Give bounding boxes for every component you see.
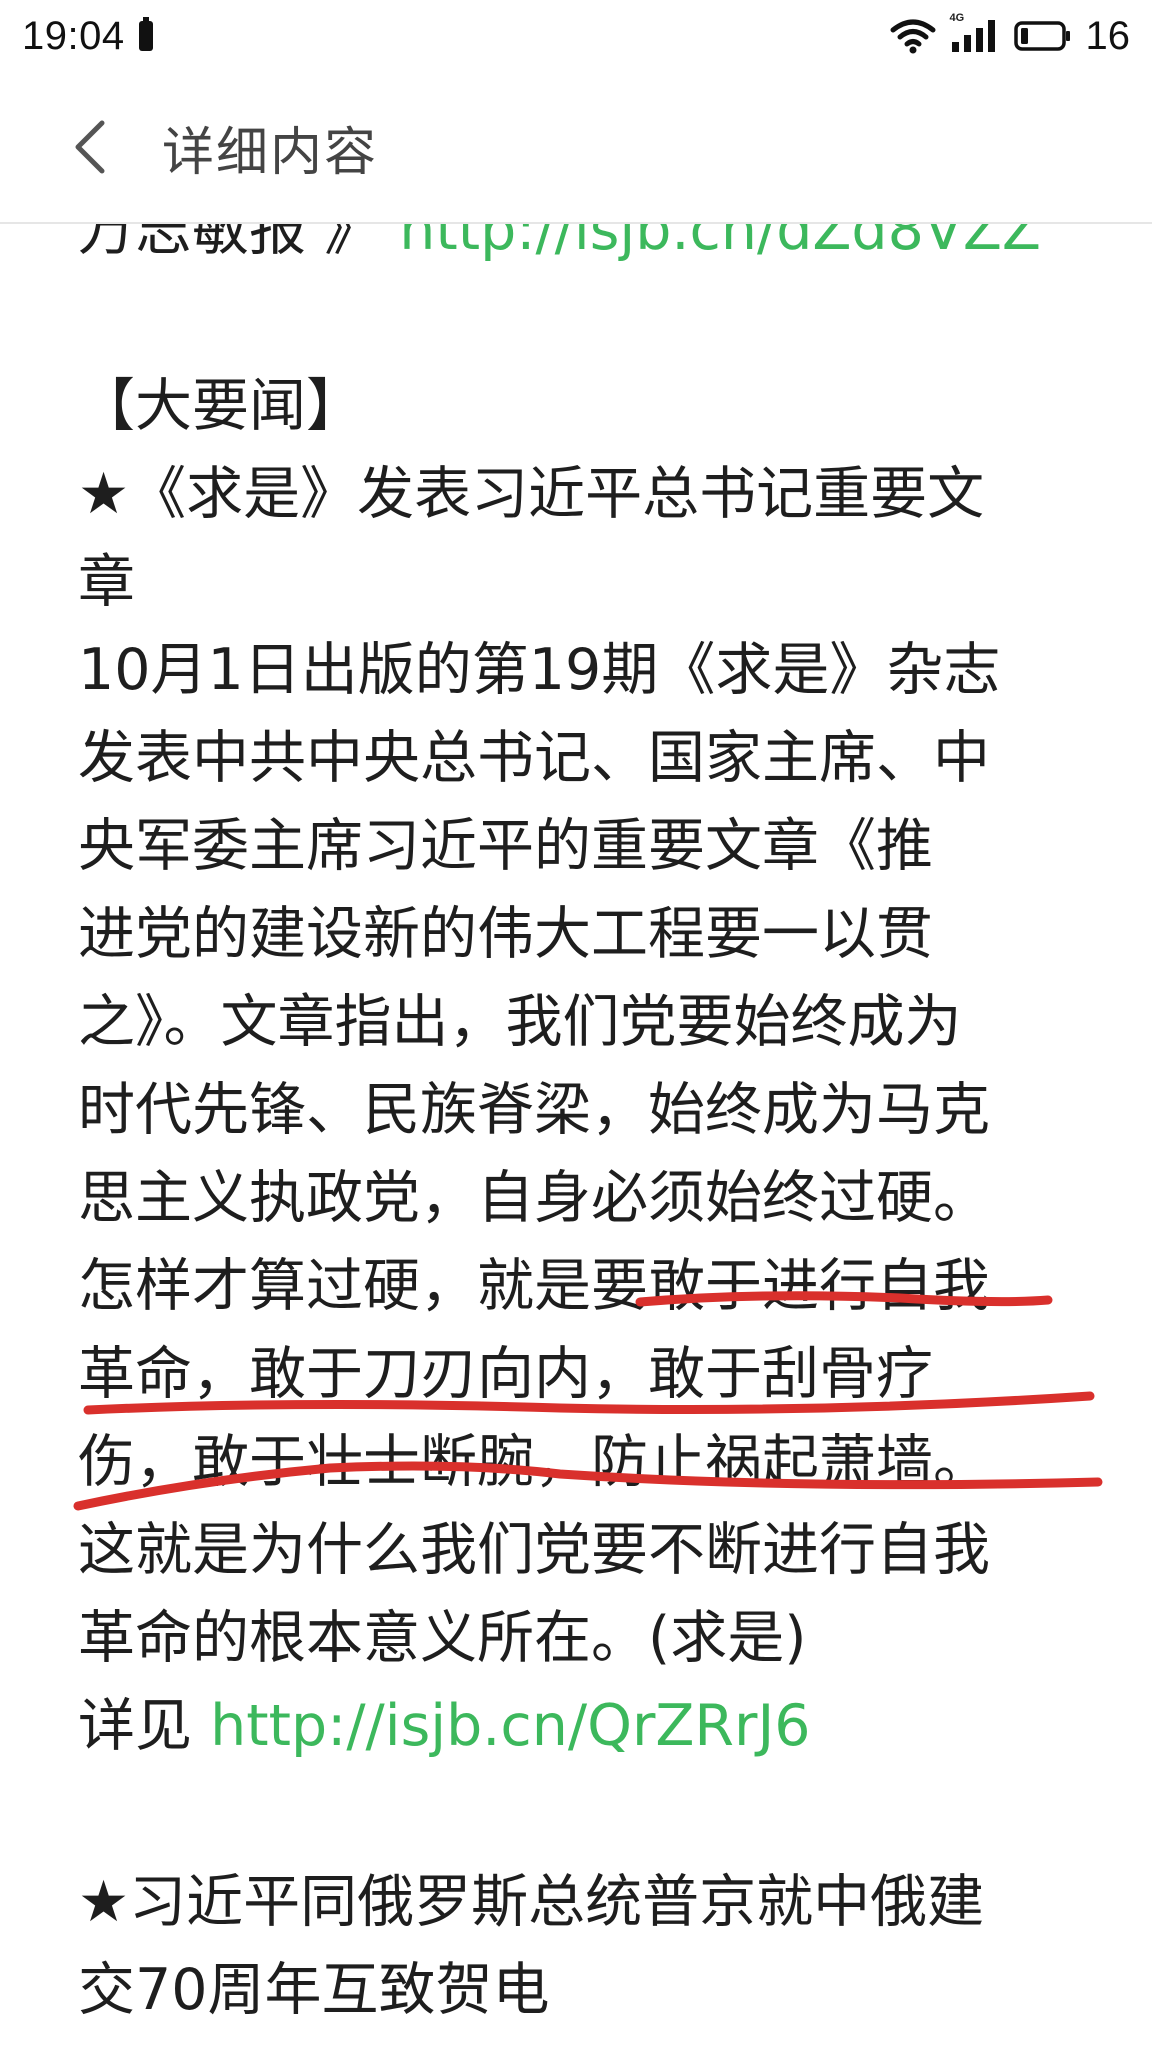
back-button[interactable] [40,97,140,197]
item1-detail-line: 详见 http://isjb.cn/QrZRrJ6 [78,1682,1068,1770]
item1-body-line: 时代先锋、民族脊梁，始终成为马克 [78,1077,990,1143]
status-time: 19:04 [22,13,125,58]
chevron-left-icon [75,120,105,174]
page-title: 详细内容 [162,122,379,183]
battery-percent: 16 [1085,13,1131,58]
item2-body-cut-line: 国家主席习近平10月2日同俄罗斯总 [78,2034,1068,2048]
status-bar: 19:04 4G 16 [0,0,1152,72]
item1-link[interactable]: http://isjb.cn/QrZRrJ6 [210,1693,810,1759]
item1-body-line: 之》。文章指出，我们党要始终成为 [78,989,962,1055]
cellular-signal-icon: 4G [950,12,1000,54]
network-type: 4G [949,12,965,24]
item1-body-line: 10月1日出版的第19期《求是》杂志 [78,637,1001,703]
item2-headline-line: 交70周年互致贺电 [78,1957,550,2023]
item2-headline-line: ★习近平同俄罗斯总统普京就中俄建 [78,1869,985,1935]
cut-off-link-line: 万志敏报 》 http://isjb.cn/dZd8VZZ [78,224,1068,274]
section-title: 【大要闻】 [78,373,363,439]
item1-body-line: 怎样才算过硬，就是要敢于进行自我 [78,1253,990,1319]
article-content[interactable]: 万志敏报 》 http://isjb.cn/dZd8VZZ 【大要闻】 ★《求是… [0,224,1152,2048]
item1-headline-line: ★《求是》发表习近平总书记重要文 [78,461,985,527]
wifi-icon [890,18,936,54]
item1-body-line: 思主义执政党，自身必须始终过硬。 [78,1165,990,1231]
cut-off-link[interactable]: http://isjb.cn/dZd8VZZ [399,224,1041,263]
status-right: 4G 16 [890,12,1131,59]
detail-prefix: 详见 [78,1693,211,1759]
item1-body-line: 这就是为什么我们党要不断进行自我 [78,1517,990,1583]
status-left: 19:04 [22,14,153,59]
cut-off-prefix: 万志敏报 》 [78,224,382,263]
battery-icon [1013,20,1072,52]
item1-headline-line: 章 [78,549,135,615]
item1-body-line: 伤，敢于壮士断腕，防止祸起萧墙。 [78,1429,990,1495]
item1-body-line: 革命的根本意义所在。(求是) [78,1605,807,1671]
item1-body-line: 进党的建设新的伟大工程要一以贯 [78,901,933,967]
item1-body-line: 革命，敢于刀刃向内，敢于刮骨疗 [78,1341,933,1407]
article-body: 万志敏报 》 http://isjb.cn/dZd8VZZ 【大要闻】 ★《求是… [78,224,1068,2048]
item1-body-line: 央军委主席习近平的重要文章《推 [78,813,933,879]
battery-saver-icon [138,17,153,51]
app-header: 详细内容 [0,72,1152,224]
item1-body-line: 发表中共中央总书记、国家主席、中 [78,725,990,791]
